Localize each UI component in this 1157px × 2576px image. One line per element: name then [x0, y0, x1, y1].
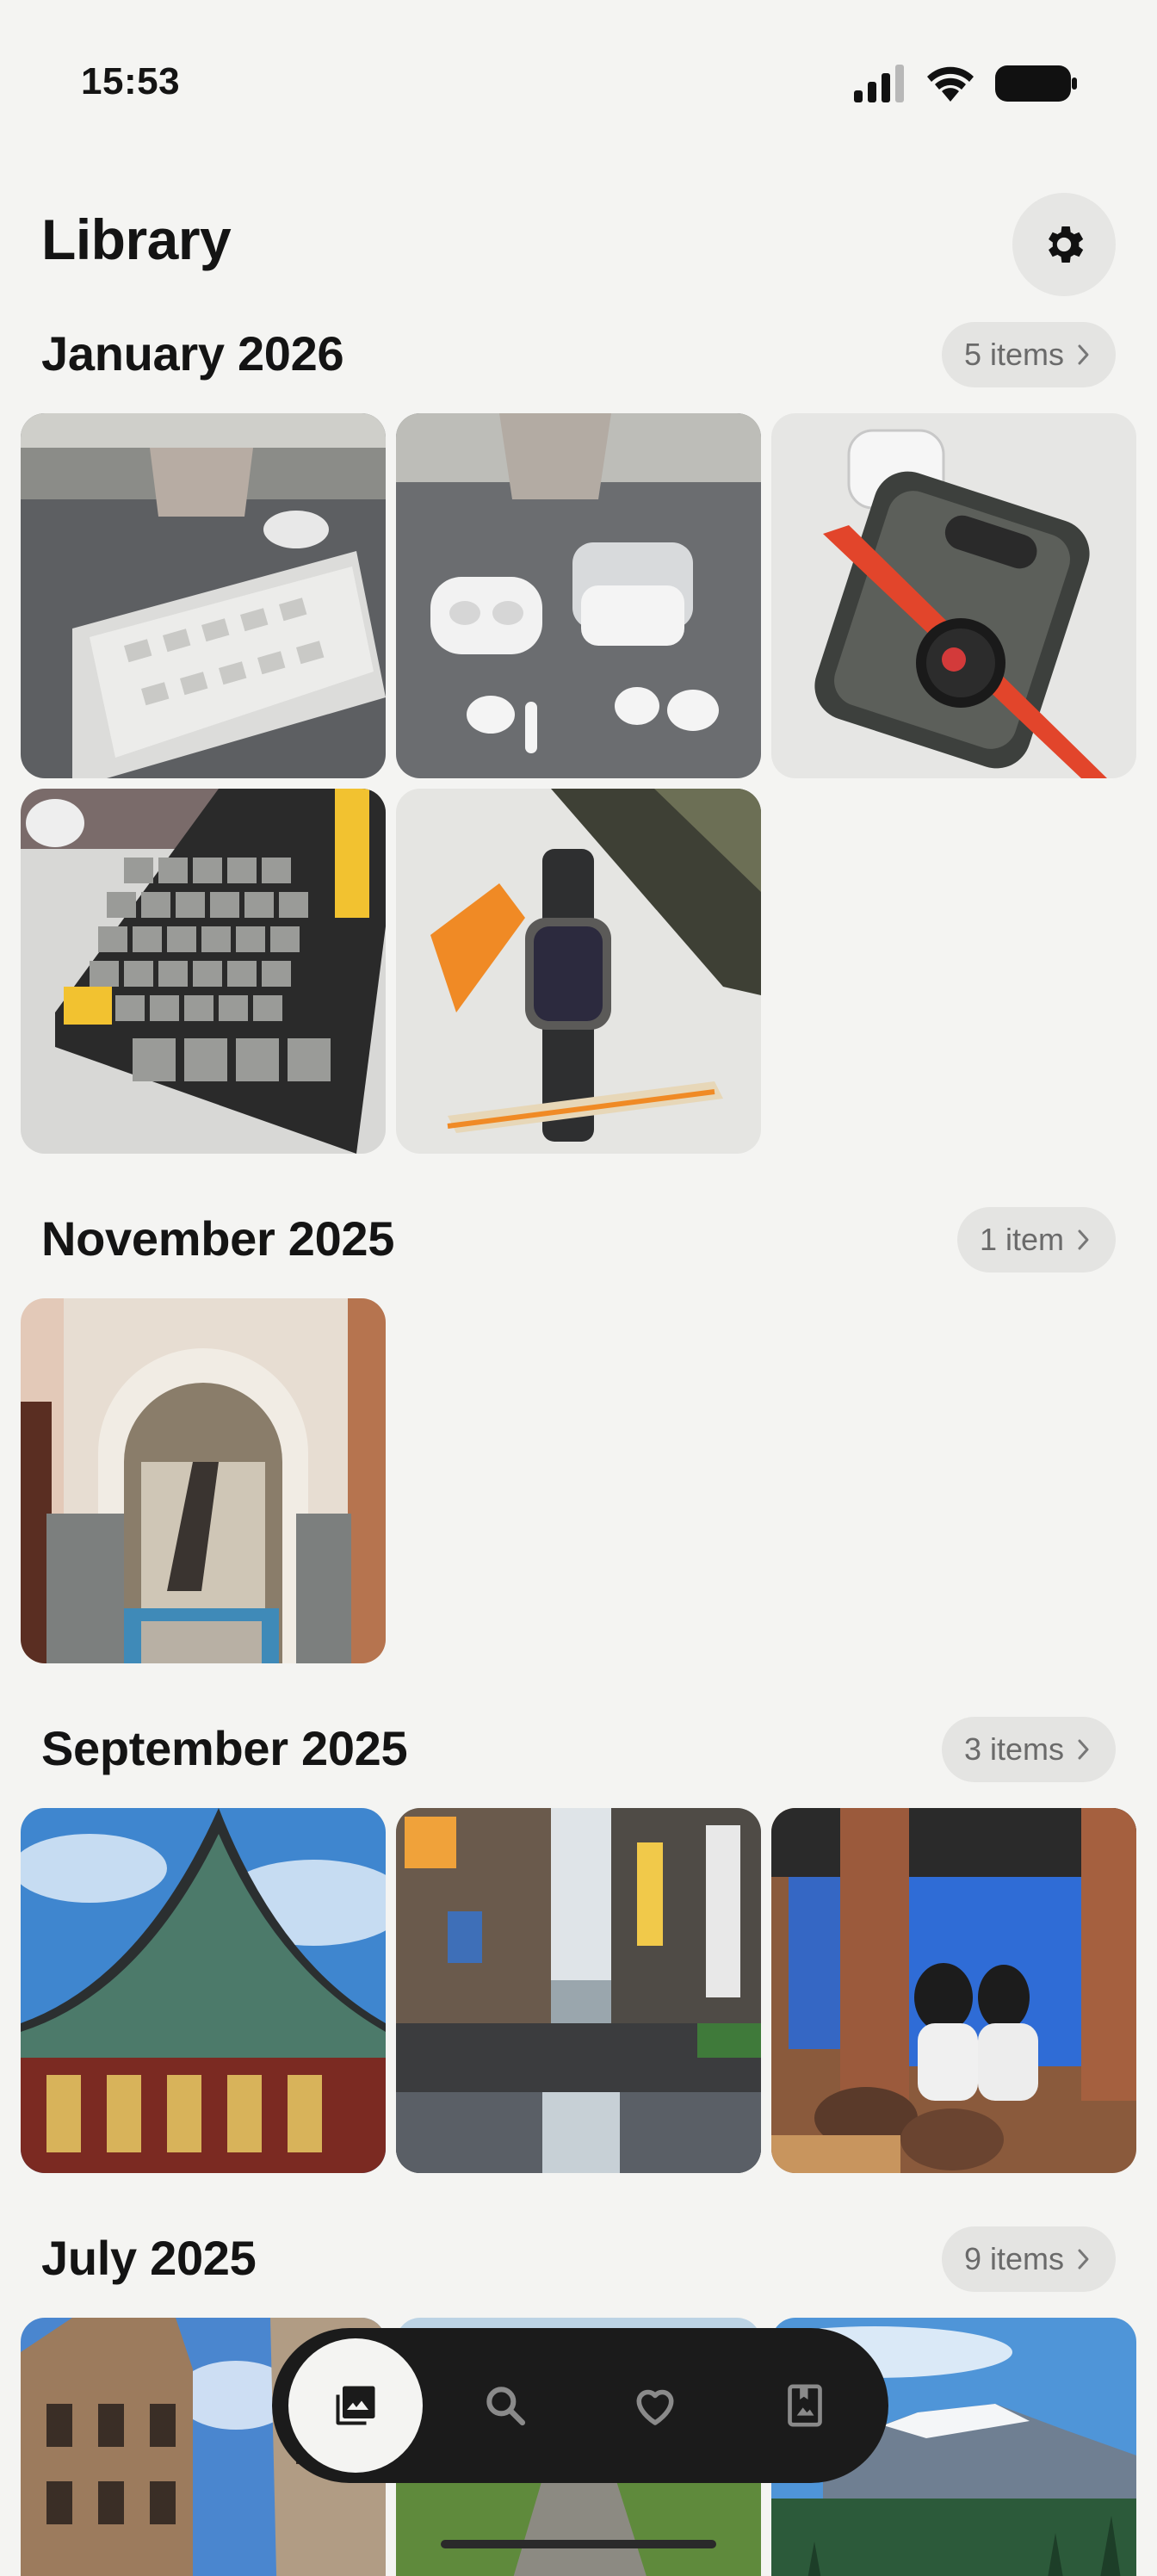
- photo-rainy-street[interactable]: [396, 1808, 761, 2173]
- settings-button[interactable]: [1012, 193, 1116, 296]
- chevron-right-icon: [1078, 1739, 1089, 1760]
- photo-korean-palace-roof[interactable]: [21, 1808, 386, 2173]
- section-count-january-2026[interactable]: 5 items: [941, 322, 1116, 387]
- heart-icon: [636, 2389, 674, 2425]
- signal-icon: [854, 65, 904, 102]
- chevron-right-icon: [1078, 1229, 1089, 1250]
- page-title: Library: [41, 207, 232, 271]
- photo-cafe-interior[interactable]: [771, 1808, 1136, 2173]
- section-title-january-2026: January 2026: [41, 326, 344, 381]
- status-time: 15:53: [81, 60, 181, 102]
- chevron-right-icon: [1078, 344, 1089, 365]
- photo-mechanical-keyboard[interactable]: [21, 789, 386, 1154]
- count-label: 3 items: [963, 1731, 1064, 1767]
- photos-icon: [336, 2386, 375, 2425]
- section-title-november-2025: November 2025: [41, 1211, 395, 1266]
- gear-icon: [1049, 226, 1084, 263]
- section-title-july-2025: July 2025: [41, 2231, 257, 2285]
- section-count-september-2025[interactable]: 3 items: [941, 1717, 1116, 1782]
- nav-favorites[interactable]: [580, 2337, 730, 2474]
- bottom-nav: [272, 2328, 888, 2483]
- photo-phone-watch[interactable]: [771, 413, 1136, 778]
- nav-search[interactable]: [430, 2337, 580, 2474]
- library-screen: 15:53 Library January 2026 5 items Novem…: [0, 0, 1157, 2576]
- nav-saved[interactable]: [730, 2337, 880, 2474]
- wifi-icon: [927, 66, 974, 102]
- battery-icon: [995, 65, 1077, 102]
- photo-keyboard-earbuds[interactable]: [21, 413, 386, 778]
- section-count-july-2025[interactable]: 9 items: [941, 2226, 1116, 2292]
- photo-moroccan-doorway[interactable]: [21, 1298, 386, 1663]
- status-icons: [852, 64, 1078, 103]
- count-label: 9 items: [963, 2241, 1064, 2276]
- chevron-right-icon: [1078, 2249, 1089, 2269]
- photo-watch-bands[interactable]: [396, 789, 761, 1154]
- count-label: 5 items: [963, 337, 1064, 372]
- nav-photos[interactable]: [281, 2337, 430, 2474]
- section-title-september-2025: September 2025: [41, 1721, 408, 1775]
- bookmark-photo-icon: [788, 2384, 822, 2427]
- count-label: 1 item: [979, 1222, 1064, 1257]
- home-indicator: [441, 2540, 716, 2548]
- section-count-november-2025[interactable]: 1 item: [956, 1207, 1116, 1273]
- search-icon: [486, 2387, 526, 2426]
- photo-earbuds-cases[interactable]: [396, 413, 761, 778]
